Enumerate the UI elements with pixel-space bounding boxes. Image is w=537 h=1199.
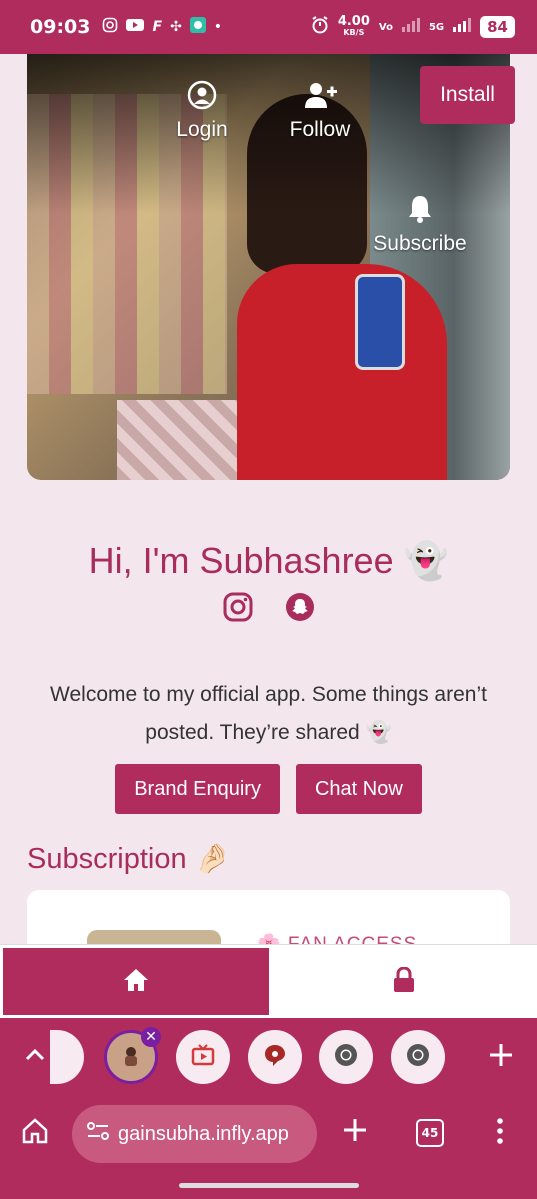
address-bar[interactable]: gainsubha.infly.app [72, 1105, 317, 1163]
chrome-icon [333, 1042, 359, 1072]
browser-tab-video[interactable] [176, 1030, 230, 1084]
browser-new-tab-icon[interactable] [342, 1117, 368, 1147]
snapchat-icon[interactable] [285, 592, 315, 626]
subscribe-button[interactable]: Subscribe [365, 194, 475, 256]
app-f-notification-icon: F [152, 19, 163, 35]
bell-icon [365, 194, 475, 230]
signal-5g-label: 5G [428, 21, 445, 33]
tab-home[interactable] [3, 948, 269, 1015]
instagram-notification-icon [102, 17, 118, 37]
alarm-icon [311, 16, 329, 38]
browser-toolbar: gainsubha.infly.app 45 [0, 1093, 537, 1199]
browser-tab-chrome-2[interactable] [391, 1030, 445, 1084]
network-speed-value: 4.00 [337, 13, 370, 29]
site-settings-icon[interactable] [86, 1121, 110, 1147]
volte-indicator: Vo [378, 21, 393, 33]
chat-bubble-icon [263, 1043, 287, 1071]
notification-icons: F ✣ • [102, 17, 222, 37]
signal-strength-5g-icon [453, 18, 472, 36]
browser-menu-kebab-icon[interactable] [494, 1117, 506, 1149]
subscription-thumbnail [87, 930, 221, 944]
tv-icon [191, 1044, 215, 1070]
tab-locked[interactable] [272, 945, 537, 1018]
collapse-tabs-chevron-icon[interactable] [24, 1046, 46, 1066]
user-circle-icon [172, 80, 232, 116]
follow-button[interactable]: Follow [285, 80, 355, 142]
login-button[interactable]: Login [172, 80, 232, 142]
fan-notification-icon: ✣ [170, 19, 182, 35]
app-bottom-tabs [0, 944, 537, 1018]
browser-home-icon[interactable] [21, 1117, 49, 1149]
more-notifications-dot-icon: • [213, 19, 223, 35]
new-tab-plus-icon[interactable] [488, 1042, 514, 1072]
user-plus-icon [285, 80, 355, 116]
brand-enquiry-button[interactable]: Brand Enquiry [115, 764, 280, 814]
signal-strength-icon [401, 18, 420, 36]
battery-indicator: 84 [480, 16, 515, 38]
youtube-notification-icon [126, 18, 145, 36]
gesture-home-indicator[interactable] [179, 1183, 359, 1188]
address-bar-url: gainsubha.infly.app [118, 1122, 289, 1145]
hero-photo-phone [355, 274, 405, 370]
network-speed: 4.00 KB/S [337, 13, 370, 38]
social-links [0, 592, 537, 626]
browser-tab-partial[interactable] [50, 1030, 84, 1084]
status-time: 09:03 [30, 16, 91, 38]
subscription-plan-label: 🌸 FAN ACCESS [257, 932, 417, 944]
browser-tab-chat[interactable] [248, 1030, 302, 1084]
instagram-icon[interactable] [223, 592, 253, 626]
close-tab-icon[interactable]: ✕ [141, 1027, 161, 1047]
browser-tab-chrome-1[interactable] [319, 1030, 373, 1084]
chat-now-button[interactable]: Chat Now [295, 764, 422, 814]
welcome-text: Welcome to my official app. Some things … [50, 683, 487, 744]
profile-greeting: Hi, I'm Subhashree 👻 [88, 540, 449, 581]
subscription-card[interactable]: 🌸 FAN ACCESS [27, 890, 510, 944]
profile-avatar-icon [119, 1043, 143, 1071]
subscribe-label: Subscribe [373, 232, 467, 255]
chat-app-notification-icon [189, 17, 206, 37]
lock-icon [393, 965, 415, 997]
hero-photo-dress [237, 264, 447, 480]
home-icon [122, 967, 150, 997]
browser-tab-active[interactable]: ✕ [104, 1027, 161, 1084]
login-label: Login [176, 118, 228, 141]
status-right: 4.00 KB/S Vo 5G 84 [311, 13, 515, 38]
cta-row: Brand Enquiry Chat Now [0, 764, 537, 814]
follow-label: Follow [289, 118, 351, 141]
tab-switcher-button[interactable]: 45 [416, 1119, 444, 1147]
subscription-title: Subscription 🤌🏻 [27, 843, 231, 875]
install-button[interactable]: Install [420, 66, 515, 124]
network-speed-unit: KB/S [343, 27, 365, 37]
browser-tab-strip: ✕ [0, 1018, 537, 1093]
chrome-icon [405, 1042, 431, 1072]
status-bar: 09:03 F ✣ • 4.00 KB/S Vo 5G 84 [0, 0, 537, 54]
profile-page: Login Follow Subscribe Install Hi, I'm S… [0, 54, 537, 944]
